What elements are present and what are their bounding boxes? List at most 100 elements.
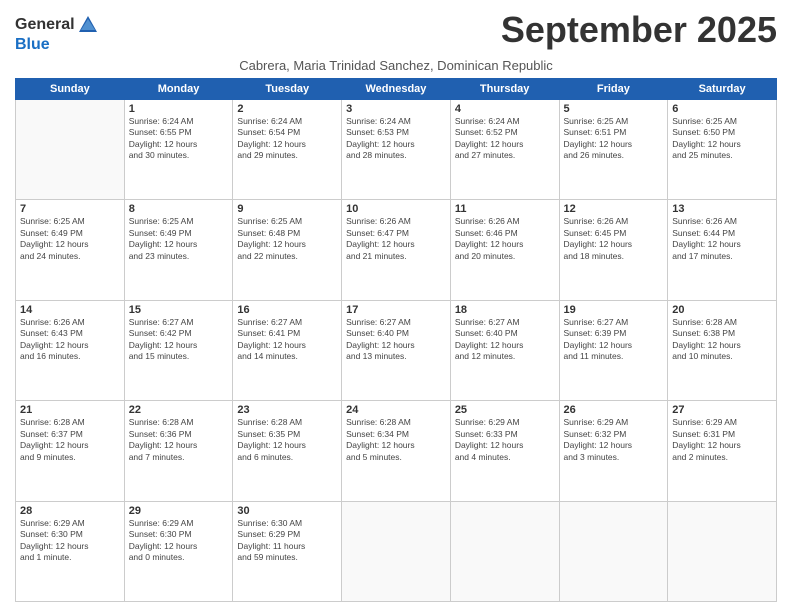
day-info: Sunrise: 6:24 AMSunset: 6:54 PMDaylight:… (237, 116, 337, 162)
day-number: 10 (346, 203, 446, 215)
day-info: Sunrise: 6:25 AMSunset: 6:48 PMDaylight:… (237, 216, 337, 262)
calendar-week-row: 7Sunrise: 6:25 AMSunset: 6:49 PMDaylight… (16, 200, 777, 300)
col-tuesday: Tuesday (233, 79, 342, 100)
table-cell: 27Sunrise: 6:29 AMSunset: 6:31 PMDayligh… (668, 401, 777, 501)
table-cell: 7Sunrise: 6:25 AMSunset: 6:49 PMDaylight… (16, 200, 125, 300)
table-cell: 13Sunrise: 6:26 AMSunset: 6:44 PMDayligh… (668, 200, 777, 300)
col-friday: Friday (559, 79, 668, 100)
day-info: Sunrise: 6:24 AMSunset: 6:55 PMDaylight:… (129, 116, 229, 162)
table-cell: 22Sunrise: 6:28 AMSunset: 6:36 PMDayligh… (124, 401, 233, 501)
col-thursday: Thursday (450, 79, 559, 100)
logo-icon (77, 14, 99, 36)
day-number: 2 (237, 103, 337, 115)
day-number: 11 (455, 203, 555, 215)
day-info: Sunrise: 6:26 AMSunset: 6:46 PMDaylight:… (455, 216, 555, 262)
day-info: Sunrise: 6:26 AMSunset: 6:45 PMDaylight:… (564, 216, 664, 262)
day-info: Sunrise: 6:25 AMSunset: 6:49 PMDaylight:… (129, 216, 229, 262)
table-cell: 24Sunrise: 6:28 AMSunset: 6:34 PMDayligh… (342, 401, 451, 501)
logo: General Blue (15, 14, 99, 54)
day-info: Sunrise: 6:28 AMSunset: 6:38 PMDaylight:… (672, 317, 772, 363)
day-info: Sunrise: 6:25 AMSunset: 6:50 PMDaylight:… (672, 116, 772, 162)
day-number: 3 (346, 103, 446, 115)
table-cell: 17Sunrise: 6:27 AMSunset: 6:40 PMDayligh… (342, 300, 451, 400)
day-number: 22 (129, 404, 229, 416)
calendar-table: Sunday Monday Tuesday Wednesday Thursday… (15, 78, 777, 602)
location-subtitle: Cabrera, Maria Trinidad Sanchez, Dominic… (15, 58, 777, 73)
table-cell: 15Sunrise: 6:27 AMSunset: 6:42 PMDayligh… (124, 300, 233, 400)
day-info: Sunrise: 6:28 AMSunset: 6:35 PMDaylight:… (237, 417, 337, 463)
month-title: September 2025 (501, 10, 777, 50)
day-info: Sunrise: 6:29 AMSunset: 6:32 PMDaylight:… (564, 417, 664, 463)
day-info: Sunrise: 6:25 AMSunset: 6:49 PMDaylight:… (20, 216, 120, 262)
day-number: 13 (672, 203, 772, 215)
day-number: 14 (20, 304, 120, 316)
table-cell: 20Sunrise: 6:28 AMSunset: 6:38 PMDayligh… (668, 300, 777, 400)
day-info: Sunrise: 6:28 AMSunset: 6:37 PMDaylight:… (20, 417, 120, 463)
table-cell: 6Sunrise: 6:25 AMSunset: 6:50 PMDaylight… (668, 100, 777, 200)
day-info: Sunrise: 6:28 AMSunset: 6:36 PMDaylight:… (129, 417, 229, 463)
table-cell: 12Sunrise: 6:26 AMSunset: 6:45 PMDayligh… (559, 200, 668, 300)
table-cell: 11Sunrise: 6:26 AMSunset: 6:46 PMDayligh… (450, 200, 559, 300)
day-number: 26 (564, 404, 664, 416)
table-cell: 14Sunrise: 6:26 AMSunset: 6:43 PMDayligh… (16, 300, 125, 400)
table-cell: 10Sunrise: 6:26 AMSunset: 6:47 PMDayligh… (342, 200, 451, 300)
day-info: Sunrise: 6:24 AMSunset: 6:52 PMDaylight:… (455, 116, 555, 162)
table-cell (16, 100, 125, 200)
day-number: 19 (564, 304, 664, 316)
day-info: Sunrise: 6:24 AMSunset: 6:53 PMDaylight:… (346, 116, 446, 162)
day-number: 7 (20, 203, 120, 215)
day-number: 6 (672, 103, 772, 115)
day-number: 30 (237, 505, 337, 517)
col-saturday: Saturday (668, 79, 777, 100)
day-info: Sunrise: 6:29 AMSunset: 6:30 PMDaylight:… (20, 518, 120, 564)
day-info: Sunrise: 6:26 AMSunset: 6:44 PMDaylight:… (672, 216, 772, 262)
day-info: Sunrise: 6:29 AMSunset: 6:31 PMDaylight:… (672, 417, 772, 463)
table-cell: 5Sunrise: 6:25 AMSunset: 6:51 PMDaylight… (559, 100, 668, 200)
calendar-week-row: 21Sunrise: 6:28 AMSunset: 6:37 PMDayligh… (16, 401, 777, 501)
day-info: Sunrise: 6:28 AMSunset: 6:34 PMDaylight:… (346, 417, 446, 463)
table-cell: 9Sunrise: 6:25 AMSunset: 6:48 PMDaylight… (233, 200, 342, 300)
day-info: Sunrise: 6:27 AMSunset: 6:40 PMDaylight:… (455, 317, 555, 363)
day-number: 25 (455, 404, 555, 416)
logo-general: General (15, 16, 75, 34)
day-info: Sunrise: 6:25 AMSunset: 6:51 PMDaylight:… (564, 116, 664, 162)
calendar-week-row: 1Sunrise: 6:24 AMSunset: 6:55 PMDaylight… (16, 100, 777, 200)
day-info: Sunrise: 6:26 AMSunset: 6:43 PMDaylight:… (20, 317, 120, 363)
table-cell: 19Sunrise: 6:27 AMSunset: 6:39 PMDayligh… (559, 300, 668, 400)
table-cell: 2Sunrise: 6:24 AMSunset: 6:54 PMDaylight… (233, 100, 342, 200)
day-number: 15 (129, 304, 229, 316)
day-number: 27 (672, 404, 772, 416)
col-sunday: Sunday (16, 79, 125, 100)
col-monday: Monday (124, 79, 233, 100)
table-cell (450, 501, 559, 601)
table-cell: 26Sunrise: 6:29 AMSunset: 6:32 PMDayligh… (559, 401, 668, 501)
table-cell (668, 501, 777, 601)
col-wednesday: Wednesday (342, 79, 451, 100)
day-info: Sunrise: 6:27 AMSunset: 6:39 PMDaylight:… (564, 317, 664, 363)
table-cell: 28Sunrise: 6:29 AMSunset: 6:30 PMDayligh… (16, 501, 125, 601)
calendar-week-row: 28Sunrise: 6:29 AMSunset: 6:30 PMDayligh… (16, 501, 777, 601)
day-number: 16 (237, 304, 337, 316)
day-number: 17 (346, 304, 446, 316)
logo-blue: Blue (15, 36, 50, 53)
title-block: September 2025 (501, 10, 777, 50)
day-number: 12 (564, 203, 664, 215)
table-cell: 16Sunrise: 6:27 AMSunset: 6:41 PMDayligh… (233, 300, 342, 400)
table-cell: 21Sunrise: 6:28 AMSunset: 6:37 PMDayligh… (16, 401, 125, 501)
day-info: Sunrise: 6:29 AMSunset: 6:33 PMDaylight:… (455, 417, 555, 463)
page: General Blue September 2025 Cabrera, Mar… (0, 0, 792, 612)
table-cell: 18Sunrise: 6:27 AMSunset: 6:40 PMDayligh… (450, 300, 559, 400)
day-info: Sunrise: 6:30 AMSunset: 6:29 PMDaylight:… (237, 518, 337, 564)
table-cell: 23Sunrise: 6:28 AMSunset: 6:35 PMDayligh… (233, 401, 342, 501)
day-number: 23 (237, 404, 337, 416)
day-number: 21 (20, 404, 120, 416)
day-info: Sunrise: 6:27 AMSunset: 6:40 PMDaylight:… (346, 317, 446, 363)
day-info: Sunrise: 6:26 AMSunset: 6:47 PMDaylight:… (346, 216, 446, 262)
header: General Blue September 2025 (15, 10, 777, 54)
table-cell (559, 501, 668, 601)
day-number: 18 (455, 304, 555, 316)
calendar-header-row: Sunday Monday Tuesday Wednesday Thursday… (16, 79, 777, 100)
day-number: 5 (564, 103, 664, 115)
day-number: 1 (129, 103, 229, 115)
day-info: Sunrise: 6:27 AMSunset: 6:42 PMDaylight:… (129, 317, 229, 363)
